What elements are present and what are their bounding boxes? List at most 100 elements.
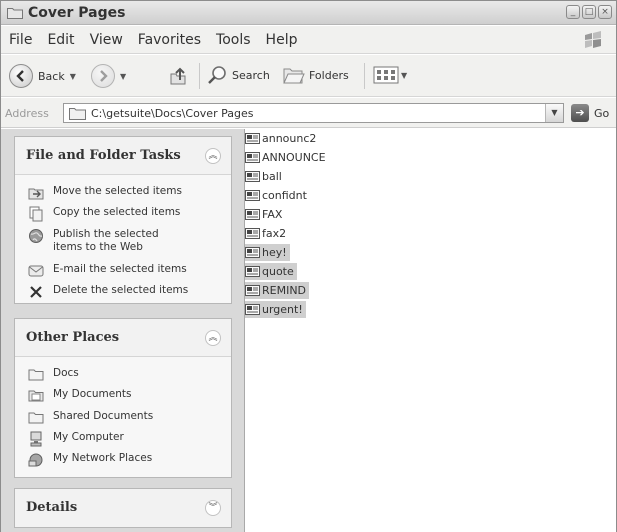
panel-title: Other Places xyxy=(26,330,120,345)
place-docs[interactable]: Docs xyxy=(28,367,79,383)
place-my-documents[interactable]: My Documents xyxy=(28,388,131,404)
shared-folder-icon xyxy=(28,412,44,424)
cover-page-file-icon xyxy=(245,247,260,258)
file-name: REMIND xyxy=(262,284,307,297)
file-list: announc2 ANNOUNCE ball confidnt FAX fax2 hey! q… xyxy=(245,129,616,532)
task-pane: File and Folder Tasks ︽ Move the selecte… xyxy=(1,129,245,532)
task-email[interactable]: E-mail the selected items xyxy=(28,263,187,279)
task-move[interactable]: Move the selected items xyxy=(28,185,182,201)
panel-title: File and Folder Tasks xyxy=(26,148,181,163)
file-name: ANNOUNCE xyxy=(262,151,326,164)
file-item[interactable]: confidnt xyxy=(245,187,307,204)
task-label: Copy the selected items xyxy=(53,206,181,218)
title-bar[interactable]: Cover Pages _ □ × xyxy=(1,1,616,25)
email-icon xyxy=(28,265,44,277)
file-name: confidnt xyxy=(262,189,307,202)
task-label: Publish the selected items to the Web xyxy=(53,228,159,253)
file-name: announc2 xyxy=(262,132,317,145)
toolbar-separator xyxy=(199,63,200,89)
place-label: My Documents xyxy=(53,388,132,400)
file-item[interactable]: hey! xyxy=(245,244,290,261)
panel-title: Details xyxy=(26,500,78,515)
toolbar: Back ▼ ▼ Search Folders ▼ xyxy=(1,55,616,97)
folders-button[interactable]: Folders xyxy=(281,64,349,86)
go-label: Go xyxy=(594,106,610,120)
menu-file[interactable]: File xyxy=(9,32,32,48)
back-label: Back xyxy=(38,69,65,83)
forward-arrow-icon xyxy=(91,64,115,88)
address-label: Address xyxy=(5,107,49,120)
menu-bar: File Edit View Favorites Tools Help xyxy=(1,26,616,54)
address-path: C:\getsuite\Docs\Cover Pages xyxy=(91,107,254,120)
collapse-icon[interactable]: ︽ xyxy=(205,148,221,164)
file-name: urgent! xyxy=(262,303,303,316)
file-item[interactable]: FAX xyxy=(245,206,282,223)
maximize-button[interactable]: □ xyxy=(582,5,596,19)
task-label: Move the selected items xyxy=(53,185,182,197)
network-icon xyxy=(28,453,43,467)
panel-header[interactable]: Other Places ︽ xyxy=(15,319,231,357)
back-button[interactable]: Back ▼ xyxy=(9,64,76,88)
task-delete[interactable]: Delete the selected items xyxy=(28,284,188,300)
task-copy[interactable]: Copy the selected items xyxy=(28,206,180,222)
address-dropdown-button[interactable]: ▼ xyxy=(545,104,563,122)
toolbar-separator xyxy=(364,63,365,89)
back-arrow-icon xyxy=(9,64,33,88)
search-label: Search xyxy=(232,68,270,82)
menu-help[interactable]: Help xyxy=(266,32,298,48)
menu-tools[interactable]: Tools xyxy=(216,32,251,48)
menu-edit[interactable]: Edit xyxy=(47,32,74,48)
file-item[interactable]: quote xyxy=(245,263,297,280)
place-label: My Network Places xyxy=(53,452,153,464)
place-label: Shared Documents xyxy=(53,410,154,422)
file-item[interactable]: ball xyxy=(245,168,282,185)
place-label: My Computer xyxy=(53,431,124,443)
file-item[interactable]: urgent! xyxy=(245,301,306,318)
panel-header[interactable]: Details ︾ xyxy=(15,489,231,527)
cover-page-file-icon xyxy=(245,133,260,144)
views-button[interactable]: ▼ xyxy=(373,64,407,86)
up-folder-button[interactable] xyxy=(167,65,189,87)
cover-page-file-icon xyxy=(245,209,260,220)
place-label: Docs xyxy=(53,367,79,379)
menu-view[interactable]: View xyxy=(90,32,123,48)
close-button[interactable]: × xyxy=(598,5,612,19)
place-my-computer[interactable]: My Computer xyxy=(28,431,124,447)
search-icon xyxy=(208,66,226,84)
windows-flag-icon xyxy=(585,31,601,48)
file-name: FAX xyxy=(262,208,283,221)
file-item[interactable]: REMIND xyxy=(245,282,310,299)
menu-favorites[interactable]: Favorites xyxy=(138,32,201,48)
views-icon xyxy=(373,66,399,84)
expand-icon[interactable]: ︾ xyxy=(205,500,221,516)
up-folder-icon xyxy=(170,67,186,85)
search-button[interactable]: Search xyxy=(206,64,270,86)
other-places-panel: Other Places ︽ Docs My Documents Shared xyxy=(14,318,232,478)
forward-button[interactable]: ▼ xyxy=(91,64,126,88)
minimize-button[interactable]: _ xyxy=(566,5,580,19)
folder-icon xyxy=(69,108,86,120)
chevron-down-icon: ▼ xyxy=(401,70,408,80)
my-documents-icon xyxy=(28,390,44,402)
task-label: Delete the selected items xyxy=(53,284,189,296)
go-button[interactable]: ➔ Go xyxy=(571,104,609,122)
go-arrow-icon: ➔ xyxy=(571,104,589,122)
place-shared-documents[interactable]: Shared Documents xyxy=(28,410,153,426)
chevron-down-icon: ▼ xyxy=(69,71,76,81)
file-item[interactable]: ANNOUNCE xyxy=(245,149,326,166)
folders-label: Folders xyxy=(309,68,349,82)
file-name: quote xyxy=(262,265,294,278)
address-input[interactable]: C:\getsuite\Docs\Cover Pages ▼ xyxy=(63,103,564,123)
collapse-icon[interactable]: ︽ xyxy=(205,330,221,346)
place-my-network-places[interactable]: My Network Places xyxy=(28,452,152,468)
panel-header[interactable]: File and Folder Tasks ︽ xyxy=(15,137,231,175)
cover-page-file-icon xyxy=(245,228,260,239)
window-title: Cover Pages xyxy=(28,5,126,21)
task-publish[interactable]: Publish the selected items to the Web xyxy=(28,228,181,254)
file-item[interactable]: fax2 xyxy=(245,225,286,242)
cover-page-file-icon xyxy=(245,152,260,163)
move-icon xyxy=(28,188,44,200)
cover-page-file-icon xyxy=(245,171,260,182)
file-item[interactable]: announc2 xyxy=(245,130,316,147)
globe-icon xyxy=(29,229,43,243)
